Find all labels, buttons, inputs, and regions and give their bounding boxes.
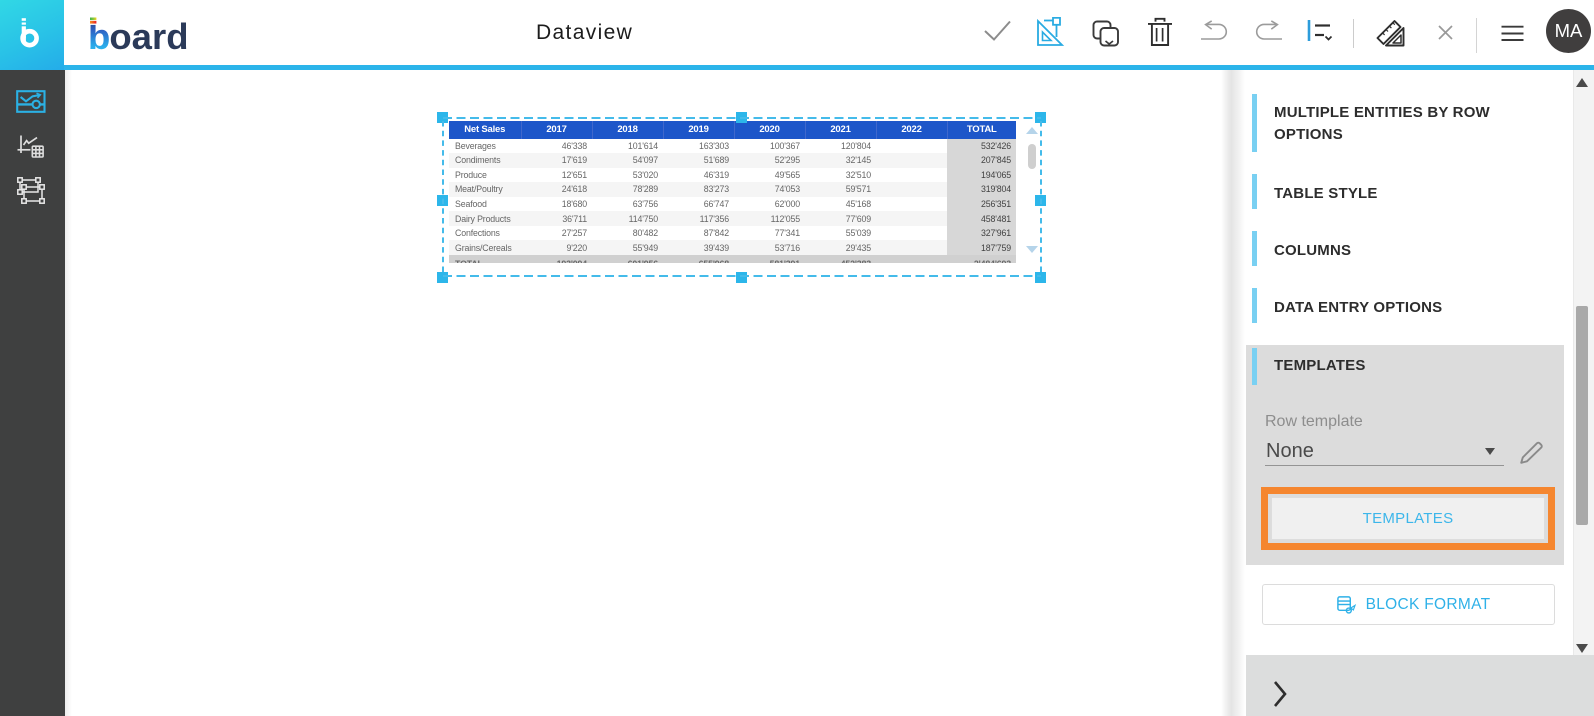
svg-text:oard: oard [109,16,188,54]
